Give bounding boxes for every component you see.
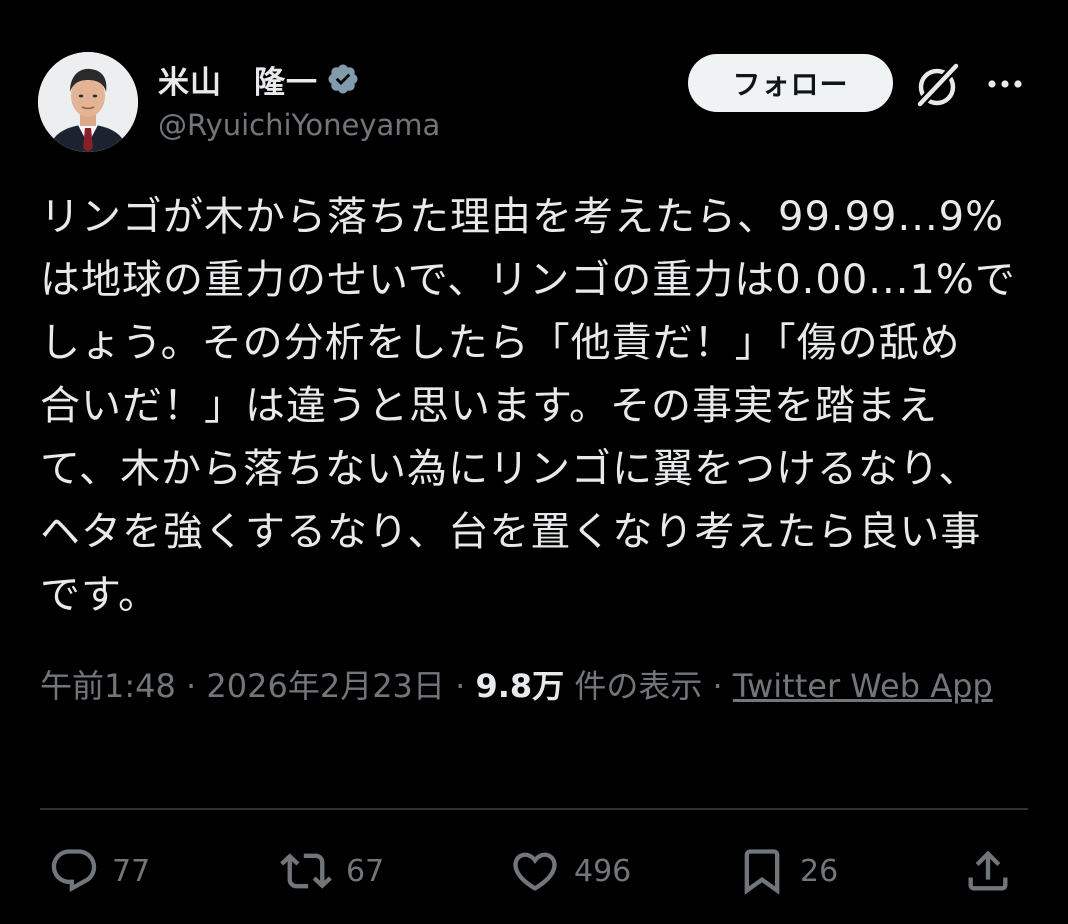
tweet-date[interactable]: 2026年2月23日 — [206, 667, 445, 705]
source-link[interactable]: Twitter Web App — [733, 667, 993, 705]
tweet-text-line: リンゴが木から落ちた理由を考えたら、99.99...9% — [40, 194, 1005, 240]
meta-separator: · — [712, 667, 723, 705]
divider — [40, 808, 1028, 810]
reply-icon — [48, 845, 100, 897]
tweet-meta: 午前1:48 · 2026年2月23日 · 9.8万 件の表示 · Twitte… — [40, 658, 1030, 714]
tweet-text-line: は地球の重力のせいで、リンゴの重力は0.00...1%で — [40, 257, 1016, 303]
tweet-text-line: 合いだ！」は違うと思います。その事実を踏まえ — [40, 383, 938, 429]
tweet-card: 米山 隆一 @RyuichiYoneyama フォロー リンゴが木から落ちた理由… — [0, 0, 1068, 924]
action-bar: 77 67 496 26 — [40, 836, 1030, 906]
like-count: 496 — [574, 853, 632, 889]
views-count[interactable]: 9.8万 — [475, 667, 564, 705]
repost-button[interactable]: 67 — [278, 836, 384, 906]
meta-separator: · — [186, 667, 197, 705]
like-button[interactable]: 496 — [508, 836, 631, 906]
meta-separator: · — [455, 667, 466, 705]
avatar[interactable] — [38, 52, 138, 152]
tweet-text-line: です。 — [40, 572, 159, 618]
tweet-text: リンゴが木から落ちた理由を考えたら、99.99...9% は地球の重力のせいで、… — [40, 186, 1030, 627]
bookmark-button[interactable]: 26 — [736, 836, 838, 906]
tweet-time[interactable]: 午前1:48 — [40, 667, 176, 705]
bookmark-count: 26 — [800, 853, 839, 889]
repost-icon — [278, 845, 334, 897]
bookmark-icon — [736, 845, 788, 897]
heart-icon — [508, 845, 562, 897]
grok-icon[interactable] — [912, 60, 962, 110]
reply-count: 77 — [112, 853, 151, 889]
author-display-name[interactable]: 米山 隆一 — [158, 57, 318, 102]
share-button[interactable] — [962, 836, 1014, 906]
tweet-text-line: しょう。その分析をしたら「他責だ！」「傷の舐め — [40, 320, 961, 366]
tweet-text-line: て、木から落ちない為にリンゴに翼をつけるなり、 — [40, 446, 980, 492]
views-label: 件の表示 — [574, 667, 703, 705]
reply-button[interactable]: 77 — [48, 836, 150, 906]
verified-badge-icon[interactable] — [326, 62, 360, 96]
tweet-text-line: ヘタを強くするなり、台を置くなり考えたら良い事 — [40, 509, 982, 555]
profile-photo-icon — [38, 52, 138, 152]
more-options-icon[interactable] — [984, 66, 1026, 102]
author-handle[interactable]: @RyuichiYoneyama — [158, 108, 440, 142]
share-icon — [962, 845, 1014, 897]
author-name-row: 米山 隆一 — [158, 56, 360, 102]
follow-button[interactable]: フォロー — [688, 54, 893, 112]
repost-count: 67 — [346, 853, 385, 889]
